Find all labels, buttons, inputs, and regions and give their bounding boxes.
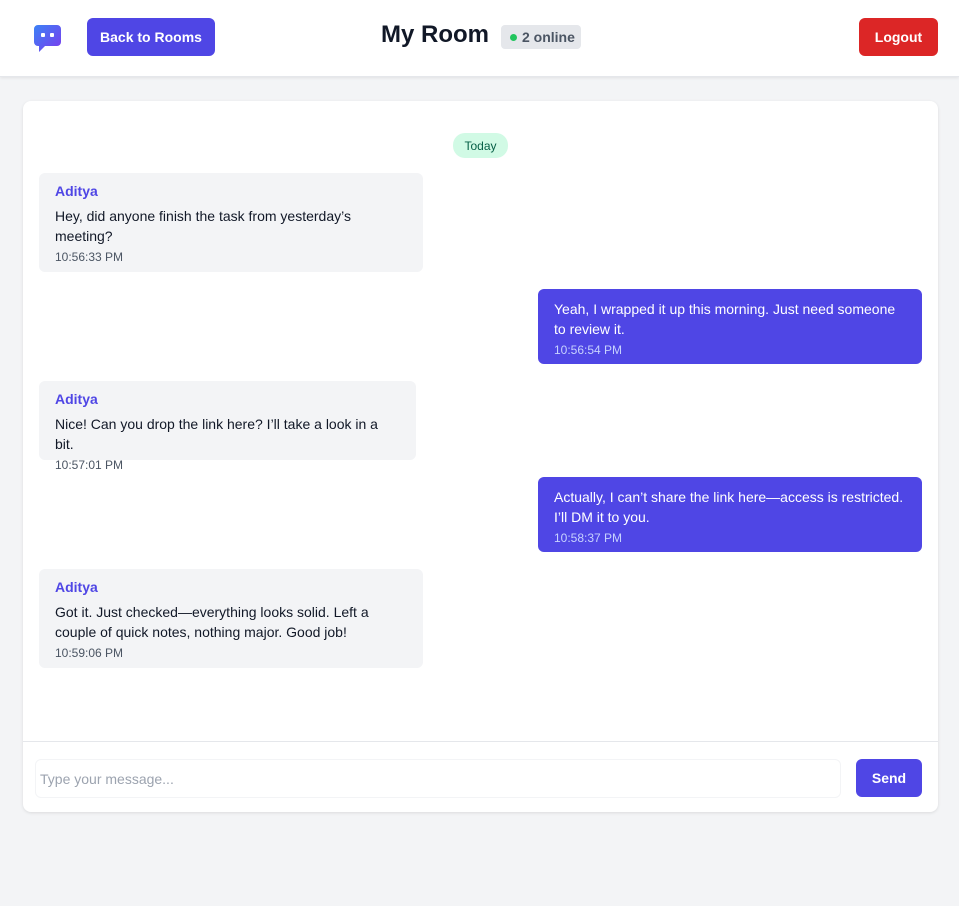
message-composer: Send xyxy=(23,741,938,812)
message-text: Yeah, I wrapped it up this morning. Just… xyxy=(554,301,896,337)
chat-logo-icon xyxy=(33,24,62,53)
back-to-rooms-button[interactable]: Back to Rooms xyxy=(87,18,215,56)
message-sender: Aditya xyxy=(55,183,98,199)
message-time: 10:58:37 PM xyxy=(554,531,623,545)
room-title: My Room xyxy=(381,21,489,48)
message-text: Got it. Just checked—everything looks so… xyxy=(55,604,369,640)
online-status-badge: 2 online xyxy=(501,25,581,49)
message-time: 10:57:01 PM xyxy=(55,458,124,472)
chat-panel: Today Aditya Hey, did anyone finish the … xyxy=(23,101,938,812)
message-bubble-outgoing: Yeah, I wrapped it up this morning. Just… xyxy=(538,289,922,364)
message-input[interactable] xyxy=(35,759,841,798)
message-text: Actually, I can’t share the link here—ac… xyxy=(554,489,904,525)
online-count-text: 2 online xyxy=(522,29,575,45)
message-bubble-incoming: Aditya Nice! Can you drop the link here?… xyxy=(39,381,416,472)
logout-button[interactable]: Logout xyxy=(859,18,938,56)
message-text: Nice! Can you drop the link here? I’ll t… xyxy=(55,416,378,452)
message-sender: Aditya xyxy=(55,579,98,595)
app-header: Back to Rooms My Room 2 online Logout xyxy=(0,0,959,77)
message-bubble-incoming: Aditya Got it. Just checked—everything l… xyxy=(39,569,423,668)
message-time: 10:56:54 PM xyxy=(554,343,623,357)
message-text: Hey, did anyone finish the task from yes… xyxy=(55,208,351,244)
send-button[interactable]: Send xyxy=(856,759,922,797)
message-time: 10:59:06 PM xyxy=(55,646,124,660)
message-bubble-outgoing: Actually, I can’t share the link here—ac… xyxy=(538,477,922,552)
status-dot-icon xyxy=(510,33,517,41)
date-separator: Today xyxy=(453,133,508,158)
message-time: 10:56:33 PM xyxy=(55,250,124,264)
message-sender: Aditya xyxy=(55,391,98,407)
message-bubble-incoming: Aditya Hey, did anyone finish the task f… xyxy=(39,173,423,272)
